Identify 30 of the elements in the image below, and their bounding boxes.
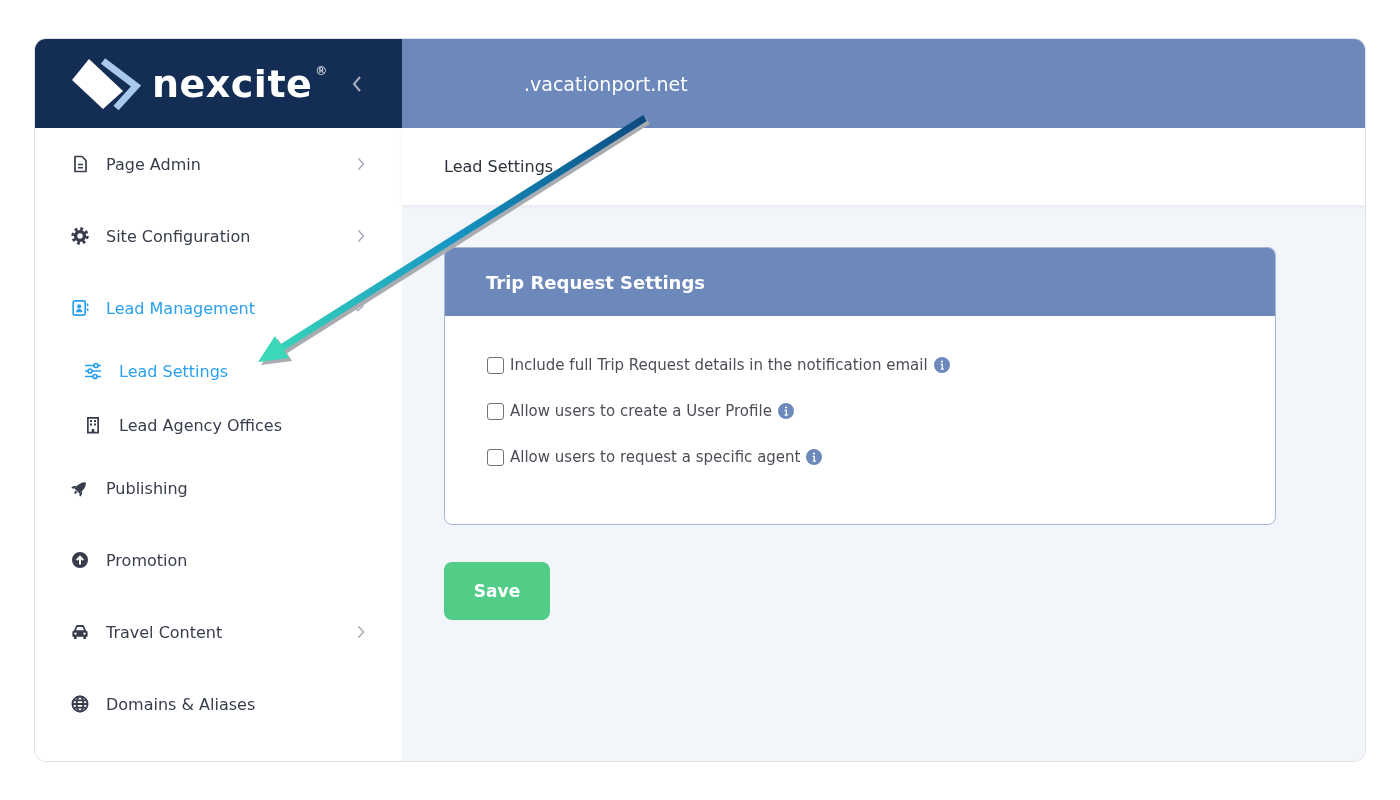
sliders-icon xyxy=(84,362,102,380)
sidebar-item[interactable]: Domains & Aliases xyxy=(35,668,402,740)
checkbox-label: Allow users to request a specific agent xyxy=(510,448,801,466)
checkbox-label: Include full Trip Request details in the notification email xyxy=(510,356,928,374)
checkbox[interactable] xyxy=(487,356,504,374)
building-icon xyxy=(84,416,102,434)
contact-card-icon xyxy=(71,299,89,317)
car-icon xyxy=(71,623,89,641)
checkbox[interactable] xyxy=(487,402,504,420)
info-icon[interactable] xyxy=(933,357,950,373)
logo-mark-icon xyxy=(70,56,142,111)
logo-text: nexcite$^{®}$ xyxy=(152,64,328,103)
sidebar-item[interactable]: Site Configuration xyxy=(35,200,402,272)
checkbox-label: Allow users to create a User Profile xyxy=(510,402,772,420)
sidebar-item[interactable]: Lead Agency Offices xyxy=(35,398,402,452)
page-title: Lead Settings xyxy=(444,157,554,176)
rocket-icon xyxy=(71,479,89,497)
globe-icon xyxy=(71,695,89,713)
sidebar-item[interactable]: Publishing xyxy=(35,452,402,524)
document-icon xyxy=(71,155,89,173)
domain-text: .vacationport.net xyxy=(524,72,688,95)
sidebar-item[interactable]: Promotion xyxy=(35,524,402,596)
checkbox[interactable] xyxy=(487,448,504,466)
gear-icon xyxy=(71,227,89,245)
sidebar-item[interactable]: Page Admin xyxy=(35,128,402,200)
chevron-left-icon[interactable] xyxy=(351,74,362,93)
sidebar-item[interactable]: Travel Content xyxy=(35,596,402,668)
info-icon[interactable] xyxy=(806,449,823,465)
info-icon[interactable] xyxy=(777,403,794,419)
card-title: Trip Request Settings xyxy=(486,271,706,293)
